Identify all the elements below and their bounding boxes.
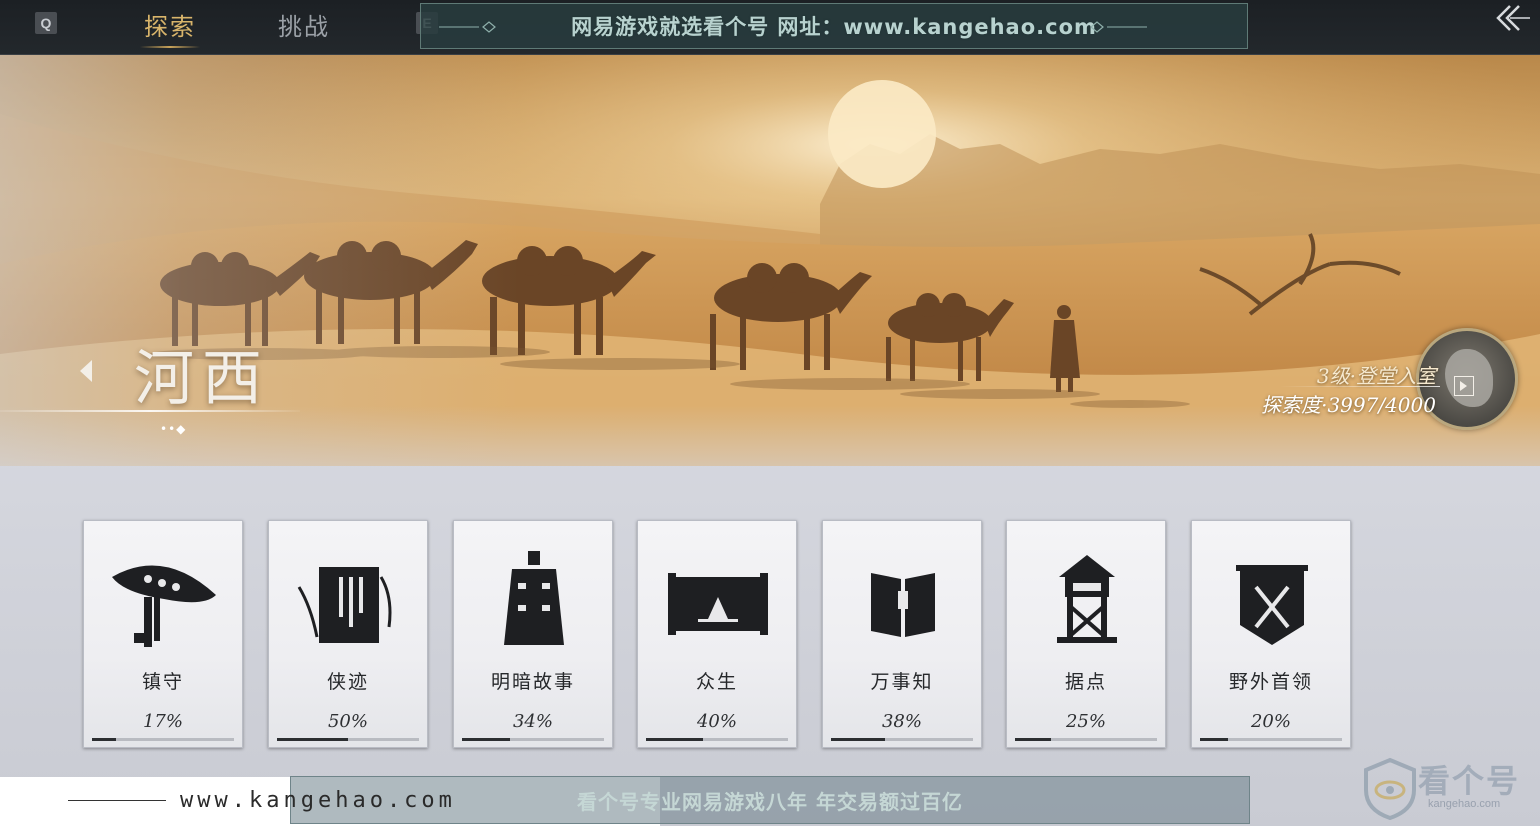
region-name: 河西 <box>134 344 270 414</box>
bamboo-hat-icon <box>112 565 216 647</box>
category-card-wild-boss[interactable]: 野外首领 20% <box>1191 520 1351 748</box>
category-progress-bar <box>1200 738 1342 741</box>
category-label: 明暗故事 <box>490 671 575 693</box>
category-progress-fill <box>646 738 703 741</box>
region-page-indicator: ••◆ <box>160 422 187 436</box>
category-card-beings[interactable]: 众生 40% <box>637 520 797 748</box>
enter-region-button[interactable] <box>1454 376 1474 396</box>
category-label: 据点 <box>1064 671 1107 693</box>
logo-name: 看个号 <box>1418 762 1521 800</box>
category-label: 镇守 <box>141 671 184 693</box>
exploration-progress: 探索度·3997/4000 <box>1261 393 1436 417</box>
crossed-swords-banner-icon <box>1236 565 1308 645</box>
back-chevrons-icon[interactable] <box>1492 2 1532 36</box>
category-percent: 40% <box>696 711 737 732</box>
category-progress-bar <box>831 738 973 741</box>
prev-region-arrow-icon[interactable] <box>80 360 92 382</box>
category-progress-fill <box>1015 738 1051 741</box>
watchtower-icon <box>1057 555 1117 643</box>
scroll-painting-icon <box>668 573 768 635</box>
category-card-stories[interactable]: 明暗故事 34% <box>453 520 613 748</box>
category-progress-bar <box>1015 738 1157 741</box>
category-label: 万事知 <box>870 671 934 693</box>
category-progress-bar <box>277 738 419 741</box>
region-level: 3级·登堂入室 <box>1316 364 1436 388</box>
region-name-underline <box>0 410 300 412</box>
category-progress-fill <box>831 738 885 741</box>
category-progress-bar <box>92 738 234 741</box>
category-card-knowledge[interactable]: 万事知 38% <box>822 520 982 748</box>
category-percent: 17% <box>142 711 183 732</box>
watermark-bottom-text: 看个号专业网易游戏八年 年交易额过百亿 <box>577 789 963 814</box>
prev-tab-key-hint[interactable]: Q <box>35 12 57 34</box>
shield-eye-icon <box>1364 757 1416 820</box>
bottom-divider <box>68 800 166 801</box>
category-label: 侠迹 <box>326 671 369 693</box>
level-divider <box>1280 386 1440 387</box>
tab-explore[interactable]: 探索 <box>140 6 200 48</box>
category-percent: 38% <box>881 711 922 732</box>
category-percent: 34% <box>512 711 553 732</box>
category-label: 野外首领 <box>1228 671 1313 693</box>
logo-subtitle: kangehao.com <box>1428 798 1501 810</box>
category-card-hero-deeds[interactable]: 侠迹 50% <box>268 520 428 748</box>
open-book-icon <box>871 573 935 637</box>
bell-icon <box>504 551 564 645</box>
category-progress-fill <box>1200 738 1229 741</box>
watermark-banner-top: 网易游戏就选看个号 网址：www.kangehao.com <box>420 3 1248 49</box>
ornament-icon <box>439 21 496 33</box>
watermark-url: www.kangehao.com <box>180 788 456 813</box>
category-percent: 50% <box>327 711 368 732</box>
category-percent: 20% <box>1250 711 1291 732</box>
category-progress-bar <box>462 738 604 741</box>
category-card-guard[interactable]: 镇守 17% <box>83 520 243 748</box>
watermark-logo: 看个号 kangehao.com <box>1362 756 1532 822</box>
category-card-stronghold[interactable]: 据点 25% <box>1006 520 1166 748</box>
category-label: 众生 <box>695 671 738 693</box>
category-progress-fill <box>277 738 348 741</box>
ornament-icon <box>1090 21 1147 33</box>
category-progress-fill <box>462 738 511 741</box>
tab-challenge[interactable]: 挑战 <box>278 6 330 42</box>
category-percent: 25% <box>1065 711 1106 732</box>
watermark-top-text: 网易游戏就选看个号 网址：www.kangehao.com <box>571 15 1097 39</box>
book-icon <box>297 567 392 643</box>
category-progress-bar <box>646 738 788 741</box>
category-progress-fill <box>92 738 117 741</box>
